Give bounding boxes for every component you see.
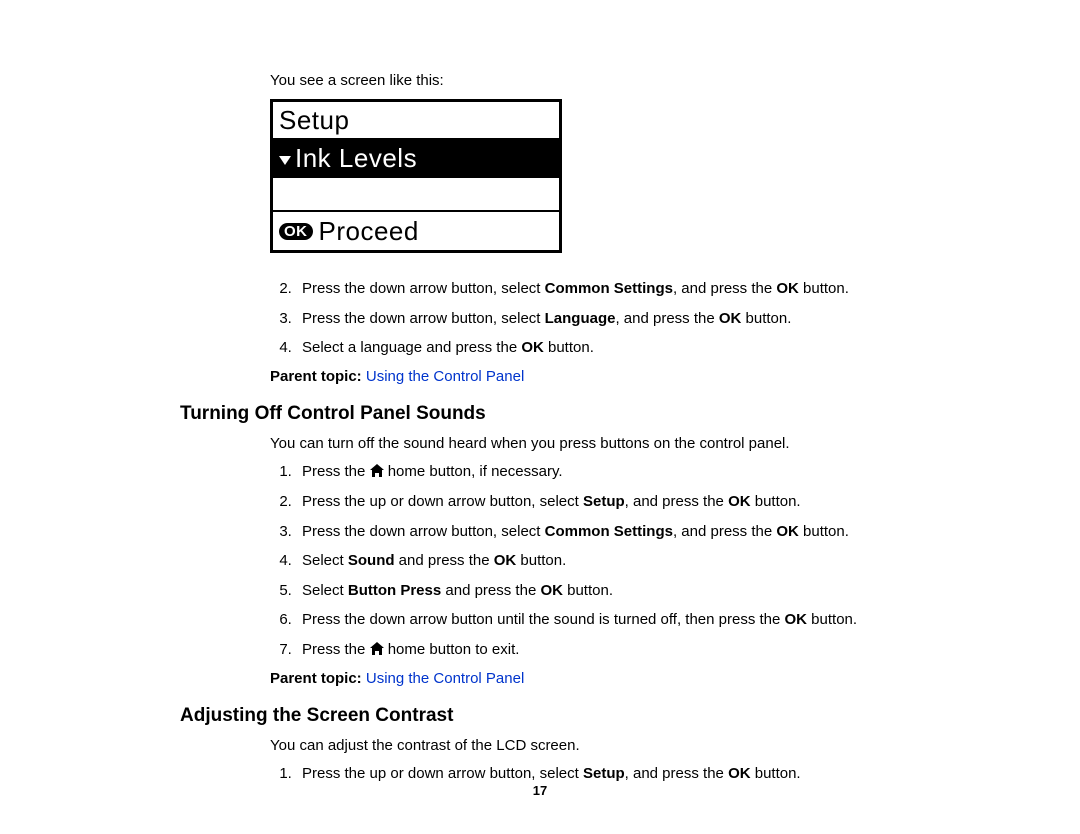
section1-body: You can turn off the sound heard when yo…	[270, 435, 900, 688]
list-item: Press the home button, if necessary.	[296, 462, 900, 483]
parent-topic-label: Parent topic:	[270, 670, 366, 687]
parent-topic: Parent topic: Using the Control Panel	[270, 368, 900, 385]
parent-topic: Parent topic: Using the Control Panel	[270, 670, 900, 687]
list-item: Press the down arrow button until the so…	[296, 610, 900, 630]
section-heading-contrast: Adjusting the Screen Contrast	[180, 705, 900, 727]
steps-top: Press the down arrow button, select Comm…	[270, 279, 900, 358]
lcd-proceed-text: Proceed	[319, 216, 419, 247]
intro-text: You see a screen like this:	[270, 72, 900, 89]
top-block: You see a screen like this: Setup Ink Le…	[270, 72, 900, 385]
home-icon	[370, 463, 384, 483]
list-item: Press the down arrow button, select Lang…	[296, 309, 900, 329]
list-item: Select Sound and press the OK button.	[296, 551, 900, 571]
list-item: Select a language and press the OK butto…	[296, 338, 900, 358]
list-item: Press the down arrow button, select Comm…	[296, 279, 900, 299]
list-item: Select Button Press and press the OK but…	[296, 581, 900, 601]
ok-badge-icon: OK	[279, 223, 313, 240]
list-item: Press the up or down arrow button, selec…	[296, 492, 900, 512]
lcd-proceed-row: OK Proceed	[273, 212, 559, 250]
parent-topic-label: Parent topic:	[270, 368, 366, 385]
list-item: Press the home button to exit.	[296, 640, 900, 661]
home-icon	[370, 641, 384, 661]
section1-steps: Press the home button, if necessary. Pre…	[270, 462, 900, 661]
parent-topic-link[interactable]: Using the Control Panel	[366, 670, 524, 687]
lcd-title-row: Setup	[273, 102, 559, 140]
section2-steps: Press the up or down arrow button, selec…	[270, 764, 900, 784]
lcd-selected-text: Ink Levels	[295, 143, 417, 174]
parent-topic-link[interactable]: Using the Control Panel	[366, 368, 524, 385]
page-number: 17	[0, 783, 1080, 798]
section1-intro: You can turn off the sound heard when yo…	[270, 435, 900, 452]
list-item: Press the down arrow button, select Comm…	[296, 522, 900, 542]
section2-intro: You can adjust the contrast of the LCD s…	[270, 737, 900, 754]
down-arrow-icon	[279, 156, 291, 165]
lcd-empty-row	[273, 178, 559, 212]
lcd-title: Setup	[279, 105, 349, 136]
section2-body: You can adjust the contrast of the LCD s…	[270, 737, 900, 784]
lcd-selected-row: Ink Levels	[273, 140, 559, 178]
section-heading-sounds: Turning Off Control Panel Sounds	[180, 403, 900, 425]
lcd-screen-image: Setup Ink Levels OK Proceed	[270, 99, 562, 253]
list-item: Press the up or down arrow button, selec…	[296, 764, 900, 784]
